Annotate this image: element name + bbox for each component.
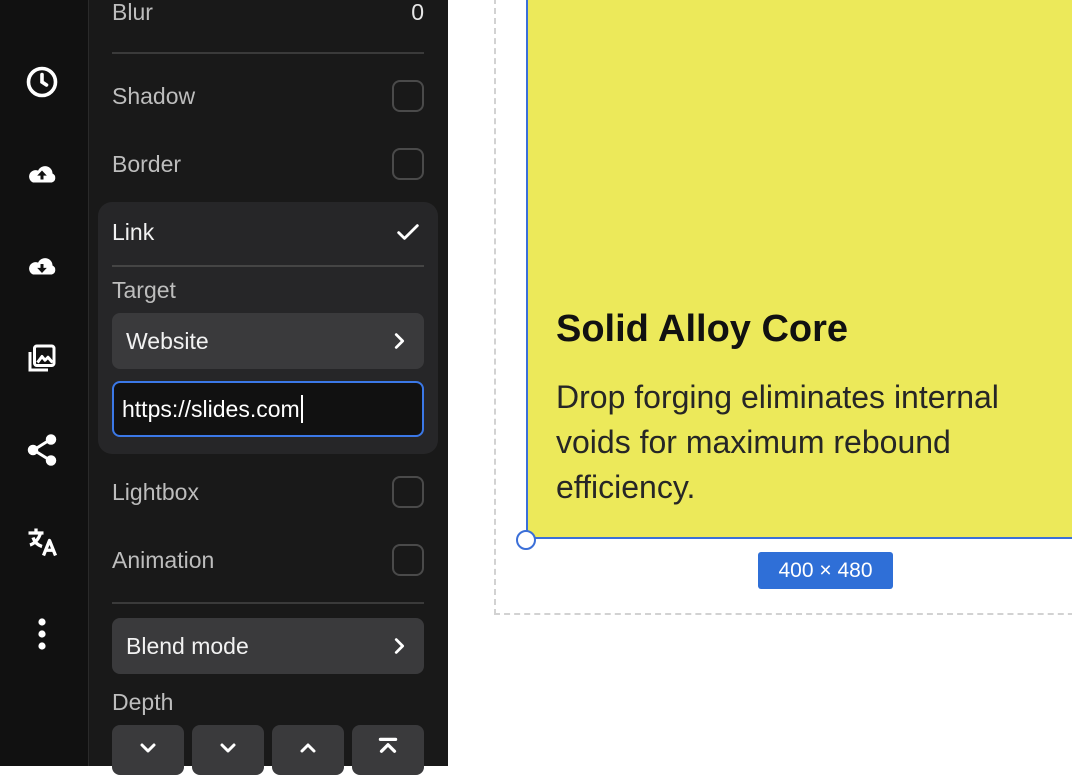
send-backward-button[interactable]	[112, 725, 184, 775]
divider	[112, 52, 424, 54]
text-caret	[300, 395, 303, 423]
url-value: https://slides.com	[122, 395, 300, 422]
bring-forward-button[interactable]	[272, 725, 344, 775]
download-cloud-icon[interactable]	[22, 247, 62, 287]
send-to-back-icon	[220, 743, 236, 753]
lightbox-row[interactable]: Lightbox	[112, 474, 424, 510]
send-backward-icon	[140, 743, 156, 753]
bring-forward-icon	[300, 743, 316, 753]
shadow-label: Shadow	[112, 82, 196, 109]
send-to-back-button[interactable]	[192, 725, 264, 775]
chevron-right-icon	[394, 333, 405, 349]
url-input[interactable]: https://slides.com	[112, 381, 424, 437]
depth-label-row: Depth	[112, 688, 424, 716]
shadow-row[interactable]: Shadow	[112, 78, 424, 114]
shadow-checkbox[interactable]	[392, 80, 424, 112]
target-select[interactable]: Website	[112, 313, 424, 369]
blur-label: Blur	[112, 0, 153, 25]
target-label-row: Target	[112, 276, 424, 304]
target-value: Website	[126, 327, 209, 354]
history-icon[interactable]	[22, 62, 62, 102]
blur-value[interactable]: 0	[411, 0, 424, 26]
divider	[112, 602, 424, 604]
gallery-icon[interactable]	[22, 338, 62, 378]
blur-row[interactable]: Blur 0	[112, 0, 424, 26]
target-label: Target	[112, 276, 176, 303]
depth-label: Depth	[112, 688, 174, 715]
properties-panel: Blur 0 Shadow Border Link Target Website…	[89, 0, 448, 775]
lightbox-checkbox[interactable]	[392, 476, 424, 508]
tool-rail	[0, 0, 89, 766]
link-label: Link	[112, 218, 155, 245]
animation-label: Animation	[112, 546, 215, 573]
link-row[interactable]: Link	[112, 214, 424, 250]
lightbox-label: Lightbox	[112, 478, 199, 505]
blend-mode-label: Blend mode	[126, 632, 249, 659]
blend-mode-select[interactable]: Blend mode	[112, 618, 424, 674]
share-icon[interactable]	[22, 430, 62, 470]
border-label: Border	[112, 150, 182, 177]
bring-to-front-icon	[378, 737, 398, 753]
translate-icon[interactable]	[22, 522, 62, 562]
card-body[interactable]: Drop forging eliminates internal voids f…	[556, 375, 1056, 510]
border-row[interactable]: Border	[112, 146, 424, 182]
upload-cloud-icon[interactable]	[22, 155, 62, 195]
chevron-right-icon	[394, 638, 405, 654]
size-badge: 400 × 480	[758, 552, 893, 589]
card-title[interactable]: Solid Alloy Core	[556, 308, 848, 351]
animation-checkbox[interactable]	[392, 544, 424, 576]
checkmark-icon[interactable]	[392, 216, 424, 248]
resize-handle[interactable]	[516, 530, 536, 550]
divider	[112, 265, 424, 267]
layout-icon[interactable]	[22, 0, 62, 20]
animation-row[interactable]: Animation	[112, 542, 424, 578]
more-icon[interactable]	[22, 614, 62, 654]
border-checkbox[interactable]	[392, 148, 424, 180]
bring-to-front-button[interactable]	[352, 725, 424, 775]
